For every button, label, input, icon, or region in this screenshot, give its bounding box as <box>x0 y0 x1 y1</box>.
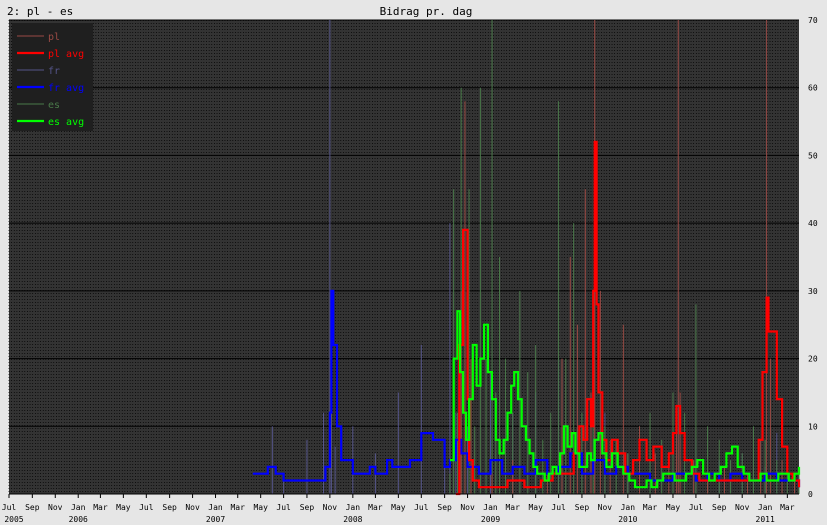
x-tick-label: Sep <box>712 503 727 512</box>
x-tick-label: Sep <box>300 503 315 512</box>
x-tick-label: Jul <box>276 503 291 512</box>
chart: 2: pl - es Bidrag pr. dag 0 10 20 30 40 50 60 7… <box>2 5 818 524</box>
x-tick-label: Jul <box>551 503 566 512</box>
x-tick-label: Jan <box>483 503 498 512</box>
x-tick-label: Sep <box>25 503 40 512</box>
x-tick-label: Sep <box>437 503 452 512</box>
legend-label-fr: fr <box>48 66 60 77</box>
x-year-label: 2010 <box>618 515 637 524</box>
x-tick-label: Jul <box>139 503 154 512</box>
x-tick-label: May <box>528 503 543 512</box>
legend: pl pl avg fr fr avg es es avg <box>12 23 93 131</box>
y-tick-label: 50 <box>808 151 818 160</box>
x-tick-label: Jan <box>621 503 636 512</box>
x-tick-label: Jul <box>414 503 429 512</box>
y-tick-label: 10 <box>808 422 818 431</box>
x-tick-label: Jan <box>346 503 361 512</box>
legend-label-es-avg: es avg <box>48 117 84 128</box>
x-tick-label: May <box>666 503 681 512</box>
x-tick-label: Jul <box>689 503 704 512</box>
x-tick-label: Jan <box>758 503 773 512</box>
x-tick-label: May <box>253 503 268 512</box>
x-tick-label: May <box>116 503 131 512</box>
x-tick-label: Mar <box>93 503 108 512</box>
y-tick-label: 30 <box>808 287 818 296</box>
x-tick-label: Jul <box>2 503 17 512</box>
y-tick-label: 60 <box>808 84 818 93</box>
legend-label-es: es <box>48 100 60 111</box>
x-tick-label: Jan <box>208 503 223 512</box>
legend-label-pl-avg: pl avg <box>48 49 84 60</box>
x-tick-label: Jan <box>71 503 86 512</box>
x-year-label: 2006 <box>69 515 88 524</box>
x-tick-label: Nov <box>460 503 475 512</box>
legend-label-fr-avg: fr avg <box>48 83 84 94</box>
y-tick-label: 70 <box>808 16 818 25</box>
x-tick-label: Nov <box>323 503 338 512</box>
x-tick-label: Mar <box>780 503 795 512</box>
x-tick-label: Nov <box>598 503 613 512</box>
x-tick-label: Mar <box>643 503 658 512</box>
x-tick-label: Mar <box>505 503 520 512</box>
y-axis: 0 10 20 30 40 50 60 70 <box>808 16 818 499</box>
legend-label-pl: pl <box>48 32 60 43</box>
x-tick-label: Nov <box>48 503 63 512</box>
x-tick-label: Sep <box>575 503 590 512</box>
window-tab-label: 2: pl - es <box>7 5 73 18</box>
x-tick-label: Nov <box>185 503 200 512</box>
x-year-label: 2005 <box>4 515 23 524</box>
x-axis: Jul Sep Nov Jan Mar May Jul Sep Nov Jan Mar May Jul S… <box>2 493 799 524</box>
x-year-label: 2011 <box>756 515 775 524</box>
x-year-label: 2008 <box>343 515 362 524</box>
x-tick-label: Mar <box>230 503 245 512</box>
x-year-label: 2007 <box>206 515 225 524</box>
x-tick-label: Nov <box>735 503 750 512</box>
y-tick-label: 40 <box>808 219 818 228</box>
y-tick-label: 0 <box>808 490 813 499</box>
chart-title: Bidrag pr. dag <box>380 5 473 18</box>
y-tick-label: 20 <box>808 355 818 364</box>
x-tick-label: Mar <box>368 503 383 512</box>
x-tick-label: Sep <box>162 503 177 512</box>
x-tick-label: May <box>391 503 406 512</box>
x-year-label: 2009 <box>481 515 500 524</box>
